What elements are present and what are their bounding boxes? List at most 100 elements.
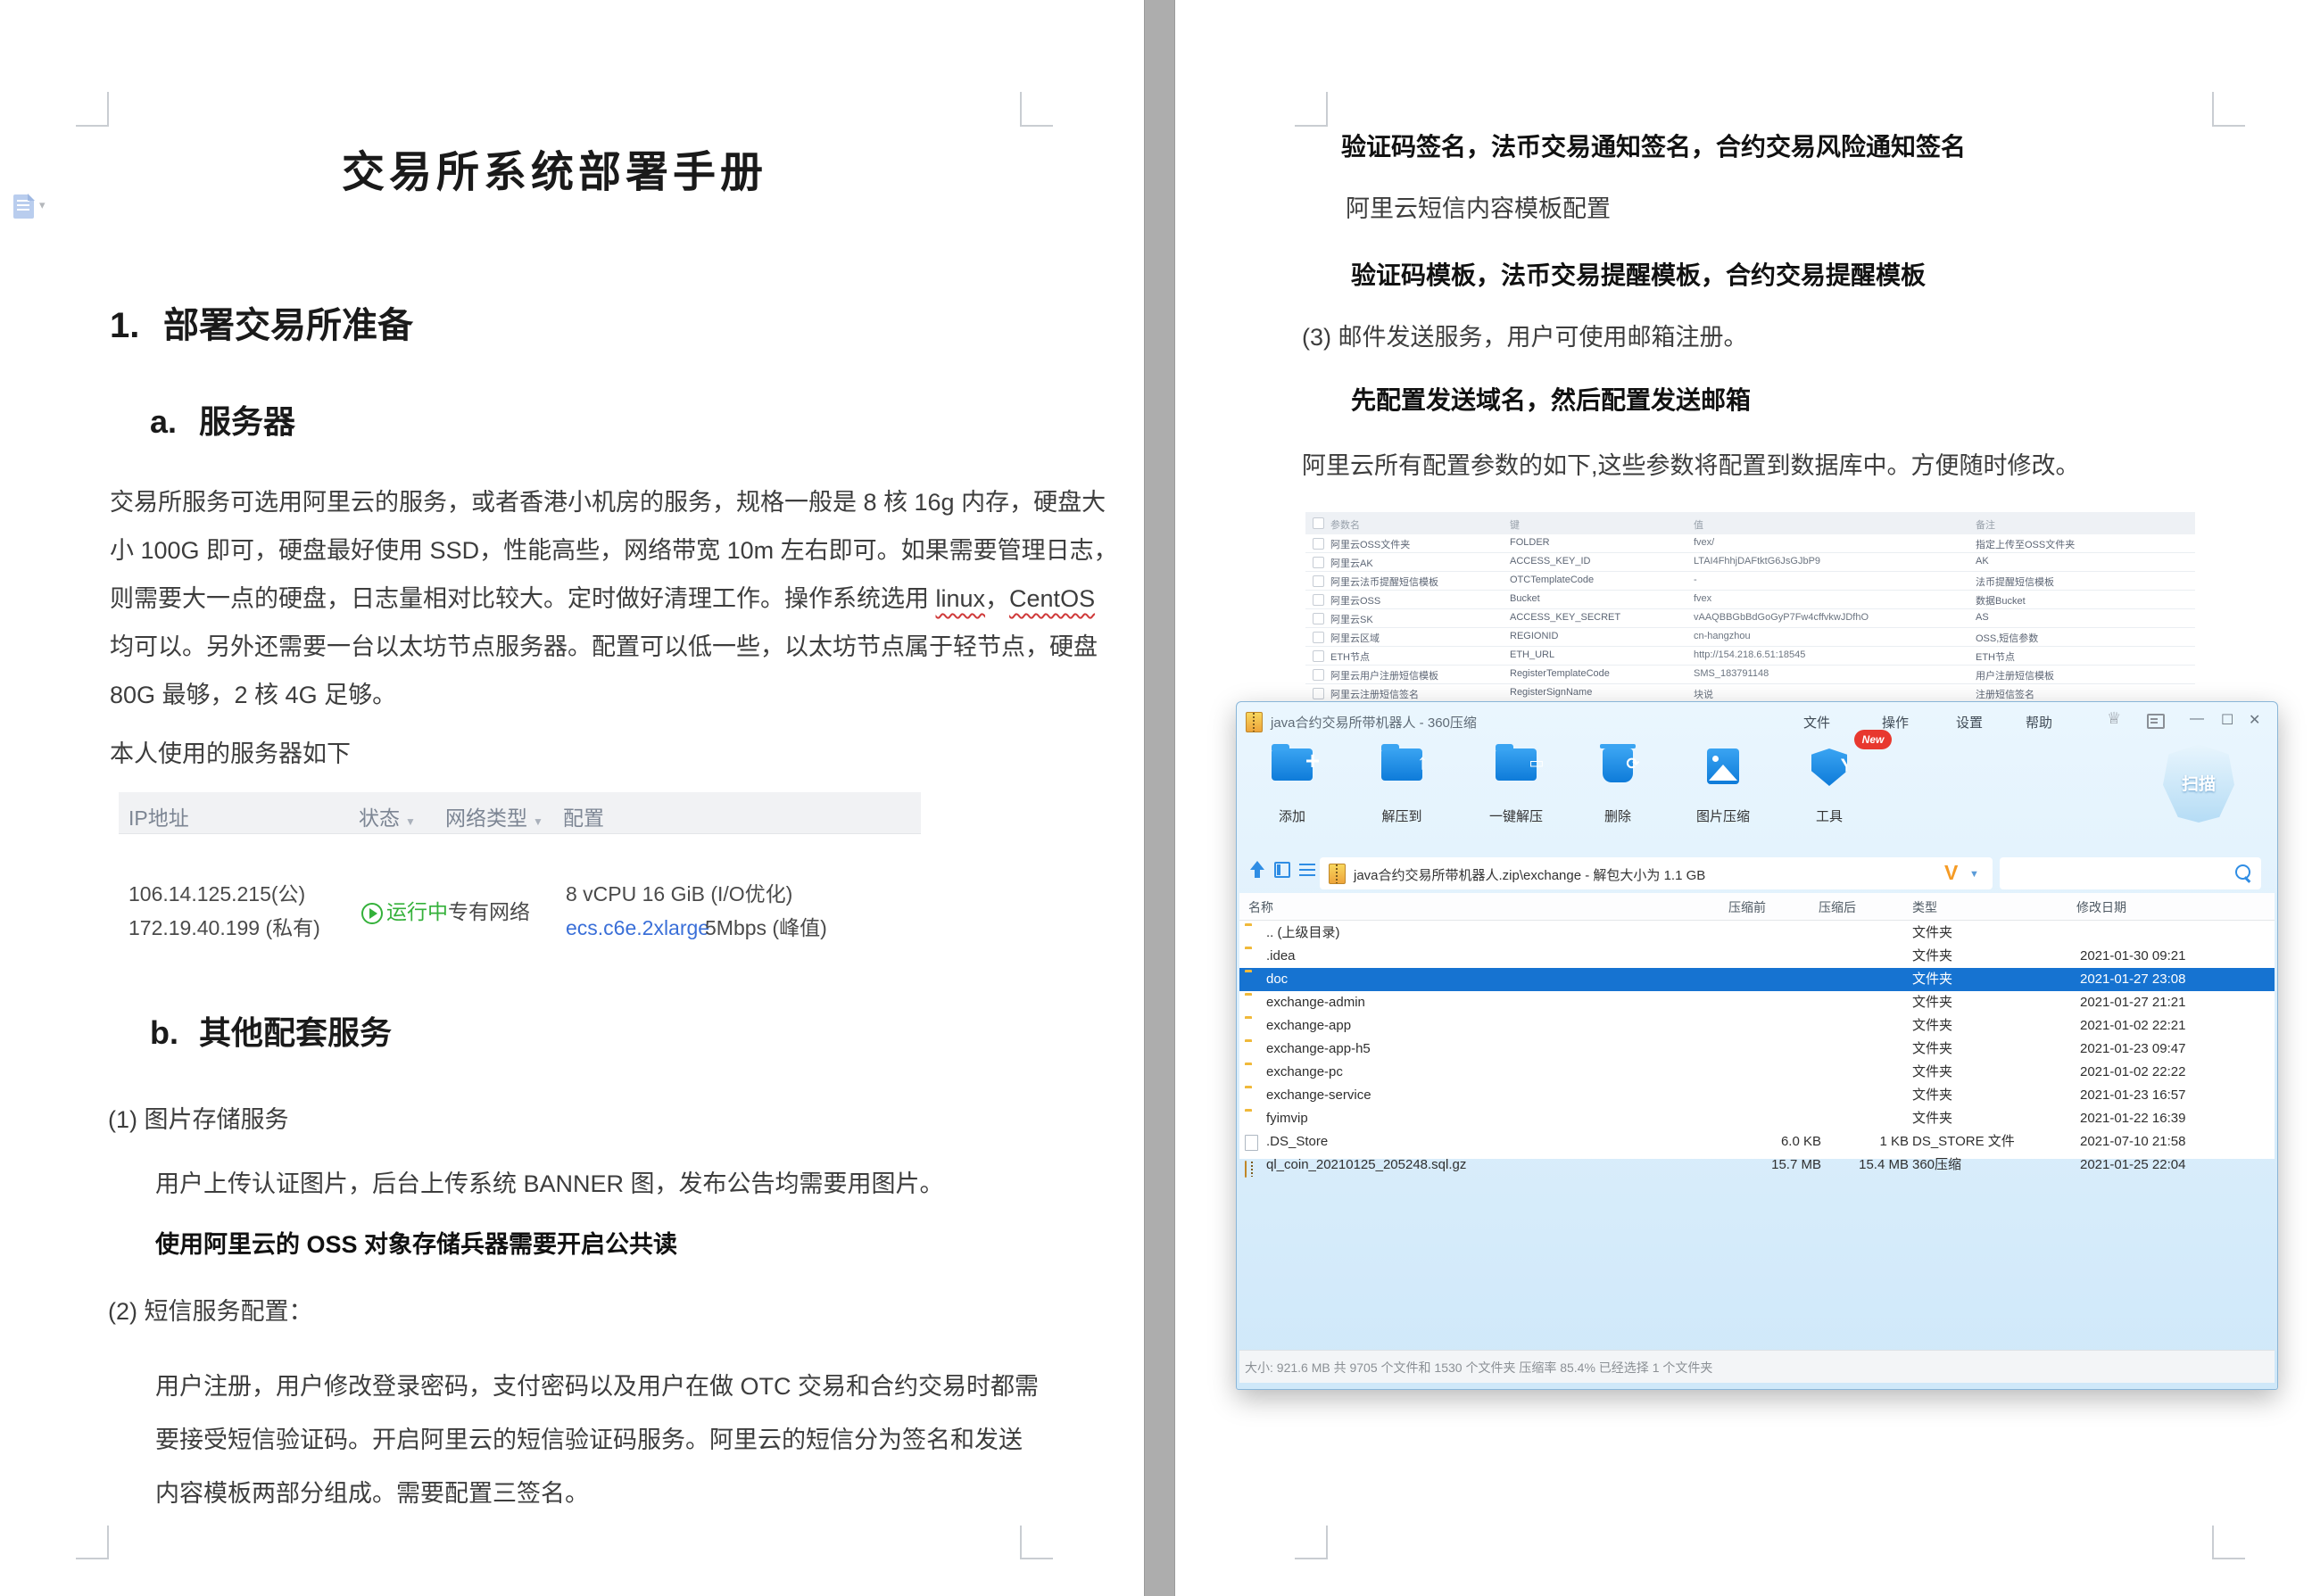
chevron-down-icon[interactable]: ▼ (1969, 869, 1979, 880)
crop-mark (2212, 92, 2214, 125)
close-button[interactable]: ✕ (2249, 711, 2260, 729)
panel-view-icon[interactable] (1274, 862, 1290, 878)
file-row[interactable]: exchange-service 文件夹 2021-01-23 16:57 (1239, 1084, 2275, 1107)
col-name[interactable]: 名称 (1248, 898, 1273, 916)
crop-mark (2212, 125, 2245, 127)
date-cell: 2021-07-10 21:58 (2080, 1134, 2186, 1149)
zip-titlebar[interactable]: java合约交易所带机器人 - 360压缩 文件 操作 设置 帮助 ♕ — ☐ … (1237, 702, 2277, 741)
page-thumb-icon[interactable] (13, 194, 35, 219)
menu-help[interactable]: 帮助 (2026, 713, 2052, 732)
file-row[interactable]: .DS_Store 6.0 KB 1 KB DS_STORE 文件 2021-07-10… (1239, 1130, 2275, 1154)
crop-mark (1020, 125, 1053, 127)
search-input[interactable] (2007, 861, 2225, 886)
col-value: 值 (1694, 520, 1703, 531)
search-box[interactable] (2000, 857, 2261, 889)
type-cell: 文件夹 (1912, 1041, 1953, 1056)
type-cell: 文件夹 (1912, 948, 1953, 963)
name-cell: exchange-app-h5 (1266, 1041, 1371, 1056)
maximize-button[interactable]: ☐ (2221, 711, 2233, 729)
col-date[interactable]: 修改日期 (2076, 898, 2126, 916)
type-cell: 360压缩 (1912, 1157, 1962, 1172)
config-cell: 阿里云区域 (1330, 633, 1380, 644)
config-cell: OTCTemplateCode (1510, 575, 1595, 585)
crop-mark (76, 125, 109, 127)
minimize-button[interactable]: — (2190, 711, 2204, 727)
name-cell: exchange-service (1266, 1087, 1371, 1103)
config-cell: fvex/ (1694, 537, 1715, 548)
toolbar-label: 删除 (1603, 809, 1631, 824)
list-item-2: (2) 短信服务配置： (108, 1298, 313, 1325)
toolbar-image-compress-button[interactable]: 图片压缩 (1674, 745, 1772, 827)
crop-mark (2212, 1526, 2214, 1559)
network-type: 专有网络 (448, 900, 530, 923)
file-row[interactable]: ql_coin_20210125_205248.sql.gz 15.7 MB 15.… (1239, 1154, 2275, 1178)
file-row[interactable]: .idea 文件夹 2021-01-30 09:21 (1239, 945, 2275, 968)
vip-crown-icon[interactable]: ♕ (2107, 709, 2121, 728)
name-cell: exchange-admin (1266, 995, 1365, 1010)
p2-sms-template: 阿里云短信内容模板配置 (1346, 195, 1611, 222)
type-cell: 文件夹 (1912, 1018, 1953, 1033)
checkbox-icon (1313, 557, 1324, 568)
config-row: 阿里云用户注册短信模板 RegisterTemplateCode SMS_18379… (1305, 666, 2195, 684)
toolbar-add-button[interactable]: 添加 (1243, 744, 1341, 827)
path-box[interactable]: java合约交易所带机器人.zip\exchange - 解包大小为 1.1 G… (1320, 857, 1993, 889)
v-dropdown[interactable]: V (1944, 861, 1958, 885)
toolbar-tools-button[interactable]: 工具 (1780, 745, 1878, 827)
file-column-header[interactable]: 名称 压缩前 压缩后 类型 修改日期 (1239, 893, 2275, 921)
config-row: ETH节点 ETH_URL http://154.218.6.51:18545 ETH… (1305, 647, 2195, 666)
date-cell: 2021-01-02 22:21 (2080, 1018, 2186, 1033)
file-row[interactable]: doc 文件夹 2021-01-27 23:08 (1239, 968, 2275, 991)
list-view-icon[interactable] (1299, 864, 1315, 876)
heading2a: 服务器 (199, 403, 296, 440)
menu-file[interactable]: 文件 (1803, 713, 1830, 732)
name-cell: exchange-app (1266, 1018, 1352, 1033)
file-row[interactable]: exchange-admin 文件夹 2021-01-27 21:21 (1239, 991, 2275, 1014)
zip-address-row: java合约交易所带机器人.zip\exchange - 解包大小为 1.1 G… (1237, 853, 2277, 893)
config-cell: 阿里云用户注册短信模板 (1330, 671, 1438, 682)
name-cell: .DS_Store (1266, 1134, 1329, 1149)
col-type[interactable]: 类型 (1912, 898, 1937, 916)
file-list: .. (上级目录) 文件夹 .idea 文件夹 2021-01-30 09:21 doc 文… (1239, 922, 2275, 1178)
date-cell: 2021-01-22 16:39 (2080, 1111, 2186, 1126)
col-size-before[interactable]: 压缩前 (1728, 898, 1766, 916)
file-row[interactable]: exchange-app 文件夹 2021-01-02 22:21 (1239, 1014, 2275, 1038)
p2-list-item-3: (3) 邮件发送服务，用户可使用邮箱注册。 (1302, 324, 1748, 351)
para-line: 则需要大一点的硬盘，日志量相对比较大。定时做好清理工作。操作系统选用 linux… (110, 585, 1096, 612)
chevron-down-icon[interactable]: ▾ (39, 198, 46, 212)
file-row[interactable]: exchange-pc 文件夹 2021-01-02 22:22 (1239, 1061, 2275, 1084)
toolbar-delete-button[interactable]: 删除 (1569, 744, 1667, 827)
menu-settings[interactable]: 设置 (1956, 713, 1983, 732)
toolbar-label: 一键解压 (1488, 809, 1543, 824)
toolbar-one-click-extract-button[interactable]: 一键解压 (1467, 744, 1565, 827)
bandwidth: 5Mbps (峰值) (705, 916, 827, 939)
feedback-icon[interactable] (2147, 714, 2165, 729)
name-cell: .. (上级目录) (1266, 925, 1340, 940)
crop-mark (1020, 1558, 1053, 1559)
toolbar-extract-to-button[interactable]: 解压到 (1353, 744, 1451, 827)
config-cell: Bucket (1510, 593, 1540, 604)
checkbox-icon (1313, 613, 1324, 624)
crop-mark (1020, 92, 1022, 125)
window-title: java合约交易所带机器人 - 360压缩 (1271, 715, 1477, 731)
zip-status-bar: 大小: 921.6 MB 共 9705 个文件和 1530 个文件夹 压缩率 8… (1239, 1350, 2275, 1383)
config-cell: 注册短信签名 (1976, 690, 2034, 700)
config-cell: 数据Bucket (1976, 596, 2026, 607)
col-size-after[interactable]: 压缩后 (1819, 898, 1856, 916)
config-row: 阿里云SK ACCESS_KEY_SECRET vAAQBBGbBdGoGyP7Fw… (1305, 609, 2195, 628)
col-key: 键 (1510, 520, 1520, 531)
file-row[interactable]: .. (上级目录) 文件夹 (1239, 922, 2275, 945)
up-level-icon[interactable] (1247, 860, 1267, 881)
file-row[interactable]: exchange-app-h5 文件夹 2021-01-23 09:47 (1239, 1038, 2275, 1061)
type-cell: 文件夹 (1912, 1064, 1953, 1079)
p2-params-intro: 阿里云所有配置参数的如下,这些参数将配置到数据库中。方便随时修改。 (1302, 452, 2080, 479)
checkbox-icon (1313, 517, 1324, 529)
menu-action[interactable]: 操作 (1882, 713, 1909, 732)
file-row[interactable]: fyimvip 文件夹 2021-01-22 16:39 (1239, 1107, 2275, 1130)
spellcheck-word: CentOS (1009, 585, 1096, 612)
para-line: 要接受短信验证码。开启阿里云的短信验证码服务。阿里云的短信分为签名和发送 (155, 1426, 1023, 1453)
name-cell: doc (1266, 972, 1289, 987)
toolbar-label: 图片压缩 (1695, 809, 1750, 824)
add-folder-icon (1272, 744, 1333, 781)
type-cell: 文件夹 (1912, 972, 1953, 987)
search-icon[interactable] (2235, 864, 2250, 880)
